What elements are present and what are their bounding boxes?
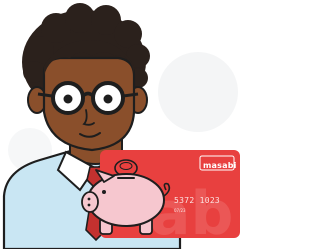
card-number: 5372 1023 (174, 196, 221, 205)
piggy-eye (102, 190, 106, 194)
illustration-scene: ab (2, 3, 240, 249)
card-watermark: ab (150, 179, 233, 249)
piggy-body (87, 173, 165, 227)
eye-right (103, 94, 113, 104)
card-brand-logo: masabi (203, 161, 237, 170)
piggy-snout (81, 191, 99, 213)
bg-decor-circle (158, 52, 238, 132)
card-expiry: 07/23 (174, 208, 186, 213)
eye-left (63, 94, 73, 104)
